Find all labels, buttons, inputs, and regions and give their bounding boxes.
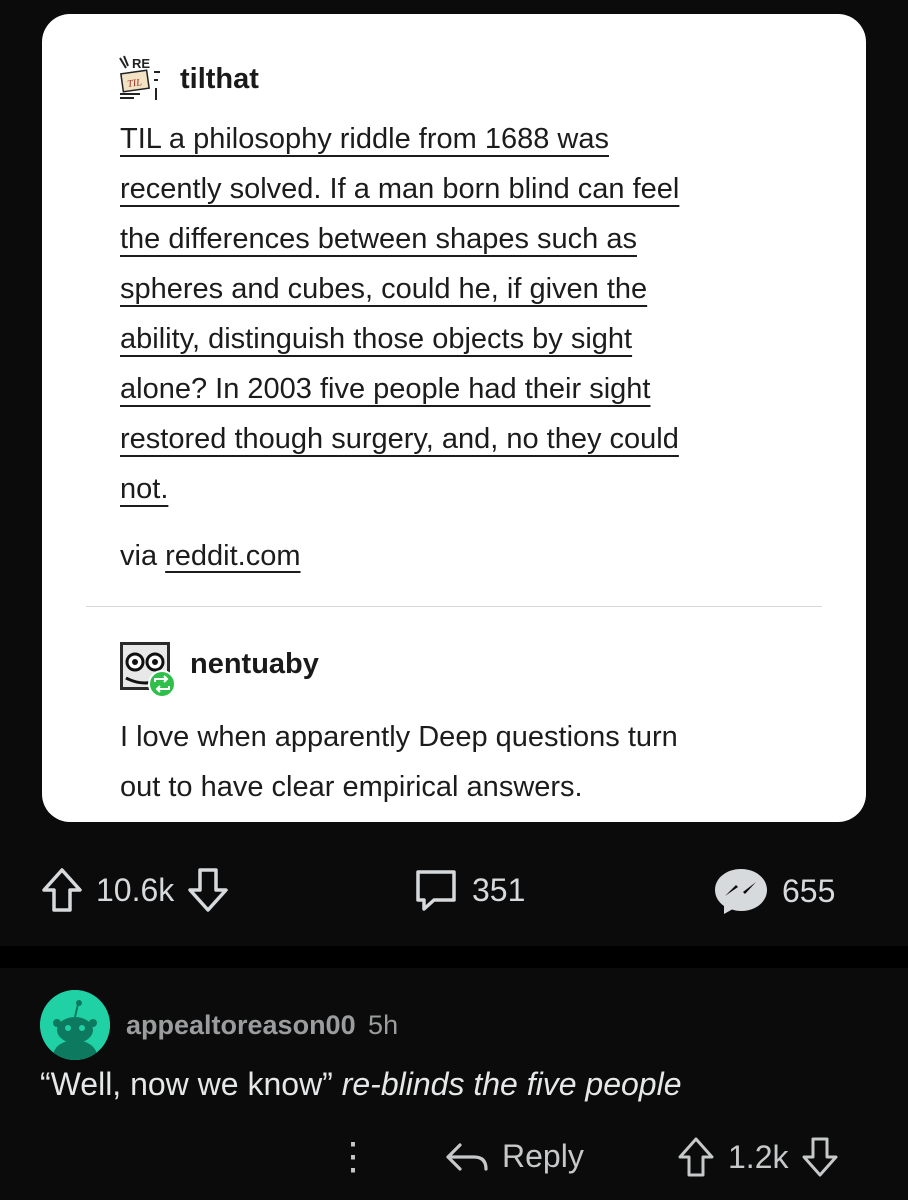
comment-quote: “Well, now we know”	[40, 1066, 342, 1102]
comment-bubble-icon	[412, 866, 460, 914]
post-action-bar: 10.6k 351 655	[0, 852, 908, 938]
post-line[interactable]: recently solved. If a man born blind can…	[120, 173, 679, 205]
post-line[interactable]: ability, distinguish those objects by si…	[120, 323, 632, 355]
comment-username[interactable]: appealtoreason00	[126, 1010, 356, 1040]
downvote-arrow-icon[interactable]	[186, 866, 230, 914]
reblog-line: I love when apparently Deep questions tu…	[120, 721, 678, 753]
post-line[interactable]: the differences between shapes such as	[120, 223, 637, 255]
nentuaby-avatar	[120, 642, 178, 700]
reply-label: Reply	[502, 1138, 584, 1174]
reblog-header: nentuaby	[120, 642, 319, 700]
user-avatar[interactable]	[40, 990, 110, 1060]
comment-text: “Well, now we know” re-blinds the five p…	[40, 1066, 681, 1103]
upvote-count: 10.6k	[96, 871, 175, 908]
tumblr-screenshot-card: RE TIL tilthat TIL a philosophy riddle f…	[42, 14, 866, 822]
comment-header: appealtoreason00 5h	[40, 990, 398, 1060]
post-line[interactable]: alone? In 2003 five people had their sig…	[120, 373, 650, 405]
post-text: TIL a philosophy riddle from 1688 was re…	[120, 114, 800, 514]
via-prefix: via	[120, 540, 166, 572]
comment-vote-group: 1.2k	[676, 1136, 840, 1178]
svg-text:RE: RE	[132, 56, 150, 71]
reblog-text: I love when apparently Deep questions tu…	[120, 712, 820, 812]
original-post-header: RE TIL tilthat	[118, 54, 259, 104]
share-button[interactable]: 655	[712, 866, 835, 916]
source-link[interactable]: reddit.com	[165, 540, 300, 572]
post-line[interactable]: not.	[120, 473, 168, 505]
reddit-post-page: RE TIL tilthat TIL a philosophy riddle f…	[0, 0, 908, 1200]
svg-text:TIL: TIL	[127, 77, 143, 90]
share-count: 655	[782, 872, 836, 909]
post-line[interactable]: TIL a philosophy riddle from 1688 was	[120, 123, 609, 155]
comment-italic-text: re-blinds the five people	[341, 1066, 682, 1102]
section-separator	[0, 946, 908, 968]
tilthat-avatar: RE TIL	[118, 54, 168, 104]
upvote-arrow-icon[interactable]	[40, 866, 84, 914]
reblog-line: out to have clear empirical answers.	[120, 771, 583, 803]
comment-downvote-icon[interactable]	[800, 1136, 840, 1178]
comment-vote-count: 1.2k	[728, 1138, 789, 1175]
post-divider	[86, 606, 822, 607]
comment-action-bar: ⋮ Reply 1.2k	[0, 1130, 908, 1190]
comment-upvote-icon[interactable]	[676, 1136, 716, 1178]
blog-name[interactable]: tilthat	[180, 63, 259, 96]
reply-button[interactable]: Reply	[444, 1138, 584, 1175]
comment-timestamp: 5h	[368, 1009, 399, 1040]
post-line[interactable]: spheres and cubes, could he, if given th…	[120, 273, 647, 305]
source-attribution: via reddit.com	[120, 540, 301, 573]
more-options-icon[interactable]: ⋮	[334, 1134, 372, 1179]
vote-group: 10.6k	[40, 866, 230, 914]
post-line[interactable]: restored though surgery, and, no they co…	[120, 423, 679, 455]
messenger-icon	[712, 866, 770, 916]
comment-count: 351	[472, 871, 526, 908]
reblogger-name[interactable]: nentuaby	[190, 648, 319, 681]
comments-button[interactable]: 351	[412, 866, 525, 914]
reply-arrow-icon	[444, 1139, 490, 1175]
